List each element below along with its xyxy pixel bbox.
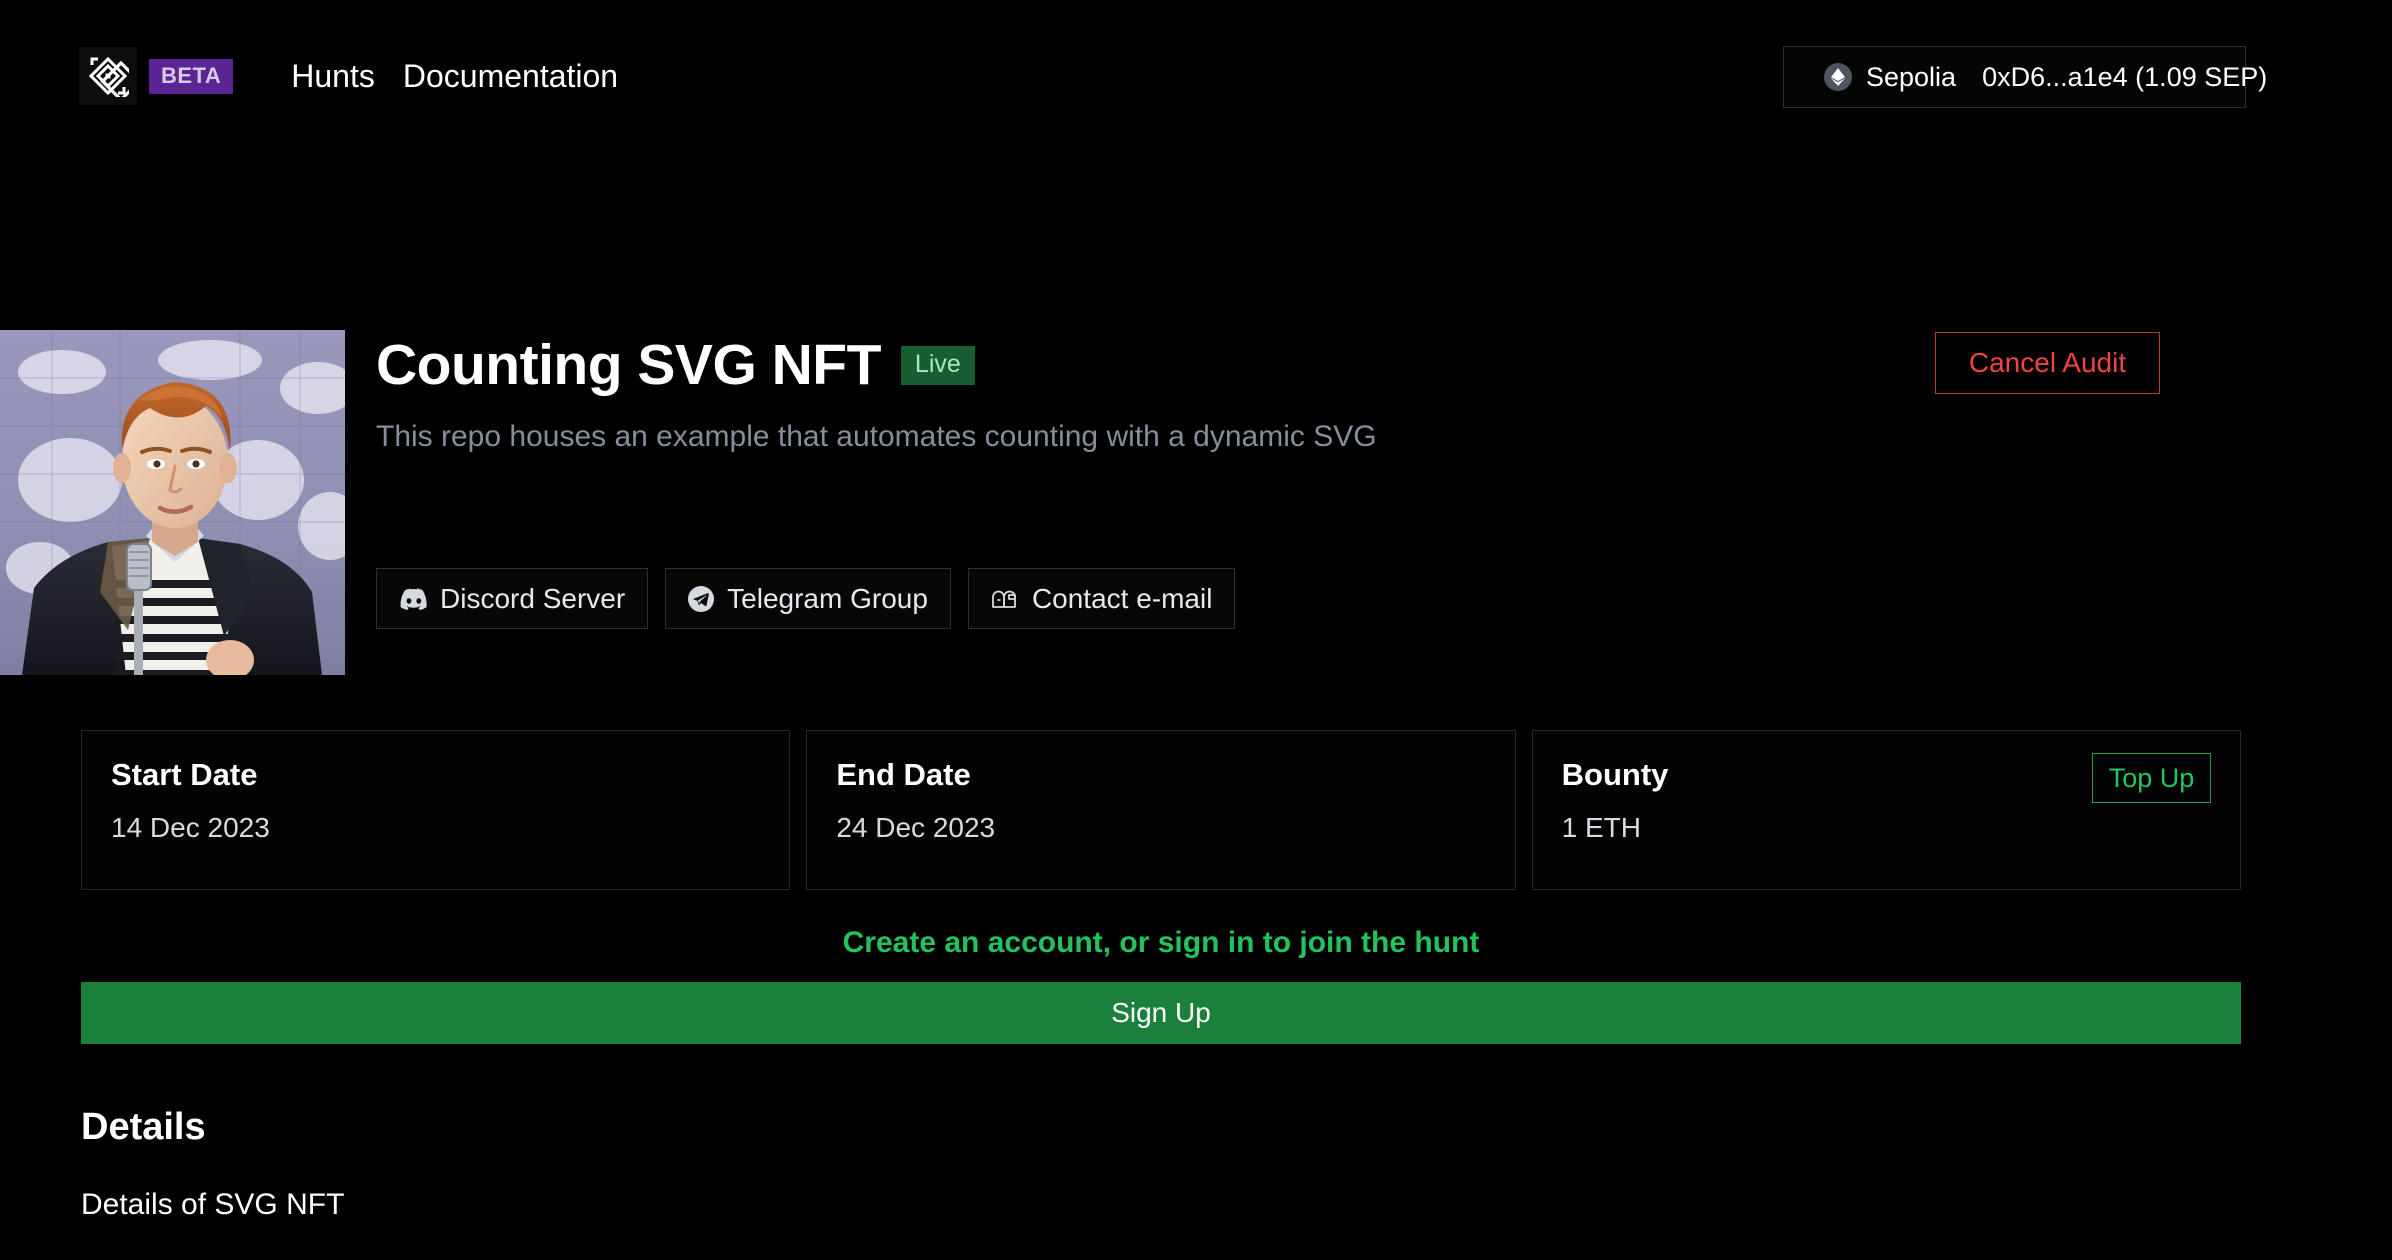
stat-card-bounty: Bounty 1 ETH Top Up [1531, 730, 2241, 890]
hunt-hero: Counting SVG NFT Live This repo houses a… [0, 330, 2160, 680]
primary-nav: Hunts Documentation [291, 58, 618, 95]
telegram-group-label: Telegram Group [727, 582, 928, 614]
stat-card-end-date: End Date 24 Dec 2023 [806, 730, 1516, 890]
contact-email-button[interactable]: Contact e-mail [967, 568, 1236, 629]
telegram-group-button[interactable]: Telegram Group [665, 568, 951, 629]
ethereum-icon [1824, 63, 1852, 91]
start-date-value: 14 Dec 2023 [111, 812, 270, 843]
start-date-title: Start Date [111, 757, 258, 792]
discord-icon [399, 588, 427, 610]
bounty-value: 1 ETH [1561, 812, 1642, 843]
app-logo[interactable] [79, 47, 137, 105]
nav-link-hunts[interactable]: Hunts [291, 58, 375, 95]
end-date-value: 24 Dec 2023 [836, 812, 996, 843]
top-up-button[interactable]: Top Up [2091, 753, 2211, 803]
wallet-address-balance: 0xD6...a1e4 (1.09 SEP) [1982, 61, 2268, 92]
hunt-stats-row: Start Date 14 Dec 2023 End Date 24 Dec 2… [81, 730, 2241, 890]
hunt-description: This repo houses an example that automat… [376, 420, 1377, 453]
hunt-header-text: Counting SVG NFT Live This repo houses a… [376, 330, 2160, 454]
hunt-thumbnail [0, 330, 345, 675]
discord-server-label: Discord Server [440, 582, 626, 614]
thumbnail-artwork [0, 330, 345, 675]
nav-link-documentation[interactable]: Documentation [403, 58, 618, 95]
end-date-title: End Date [836, 757, 971, 792]
mailbox-icon [991, 587, 1019, 611]
status-badge: Live [900, 345, 975, 385]
beta-badge: BETA [149, 58, 234, 94]
top-navbar: BETA Hunts Documentation Sepolia 0xD6...… [0, 0, 2392, 152]
hunt-title-row: Counting SVG NFT Live [376, 330, 2160, 400]
details-heading: Details [81, 1106, 206, 1148]
wallet-status-pill[interactable]: Sepolia 0xD6...a1e4 (1.09 SEP) [1783, 46, 2267, 108]
contact-email-label: Contact e-mail [1031, 582, 1213, 614]
navbar-left-group: BETA Hunts Documentation [79, 47, 618, 105]
cancel-audit-button[interactable]: Cancel Audit [1935, 332, 2160, 394]
signup-prompt: Create an account, or sign in to join th… [842, 926, 1480, 959]
page-title: Counting SVG NFT [376, 332, 881, 397]
stat-card-start-date: Start Date 14 Dec 2023 [81, 730, 791, 890]
sign-up-button[interactable]: Sign Up [81, 982, 2241, 1044]
concentric-diamond-logo-icon [87, 55, 129, 97]
details-body: Details of SVG NFT [81, 1188, 345, 1221]
wallet-network-label: Sepolia [1866, 61, 1957, 92]
social-links-row: Discord Server Telegram Group Contact e-… [376, 568, 1236, 629]
discord-server-button[interactable]: Discord Server [376, 568, 649, 629]
telegram-icon [688, 585, 715, 612]
